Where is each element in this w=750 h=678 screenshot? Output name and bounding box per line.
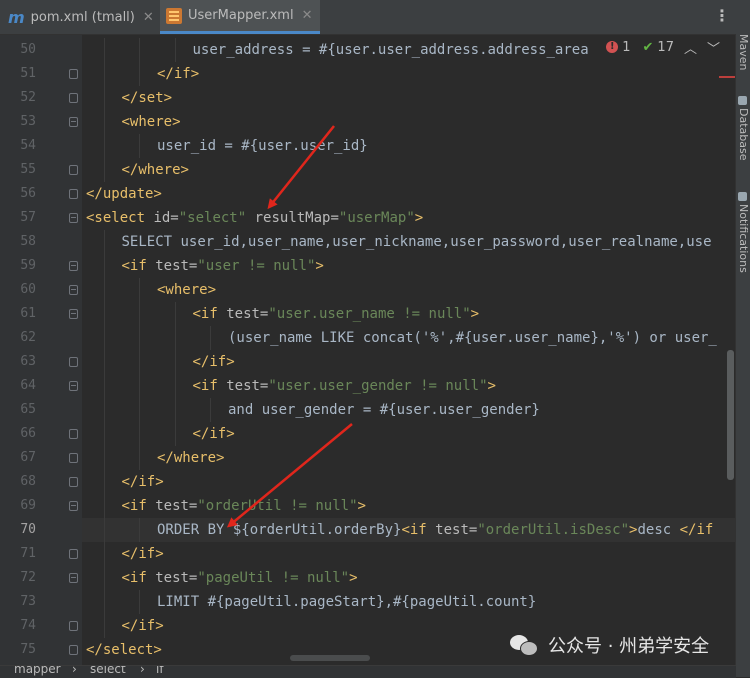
red-arrow-icon — [267, 125, 335, 210]
red-arrow-icon — [226, 423, 353, 528]
annotation-arrows — [226, 125, 353, 528]
